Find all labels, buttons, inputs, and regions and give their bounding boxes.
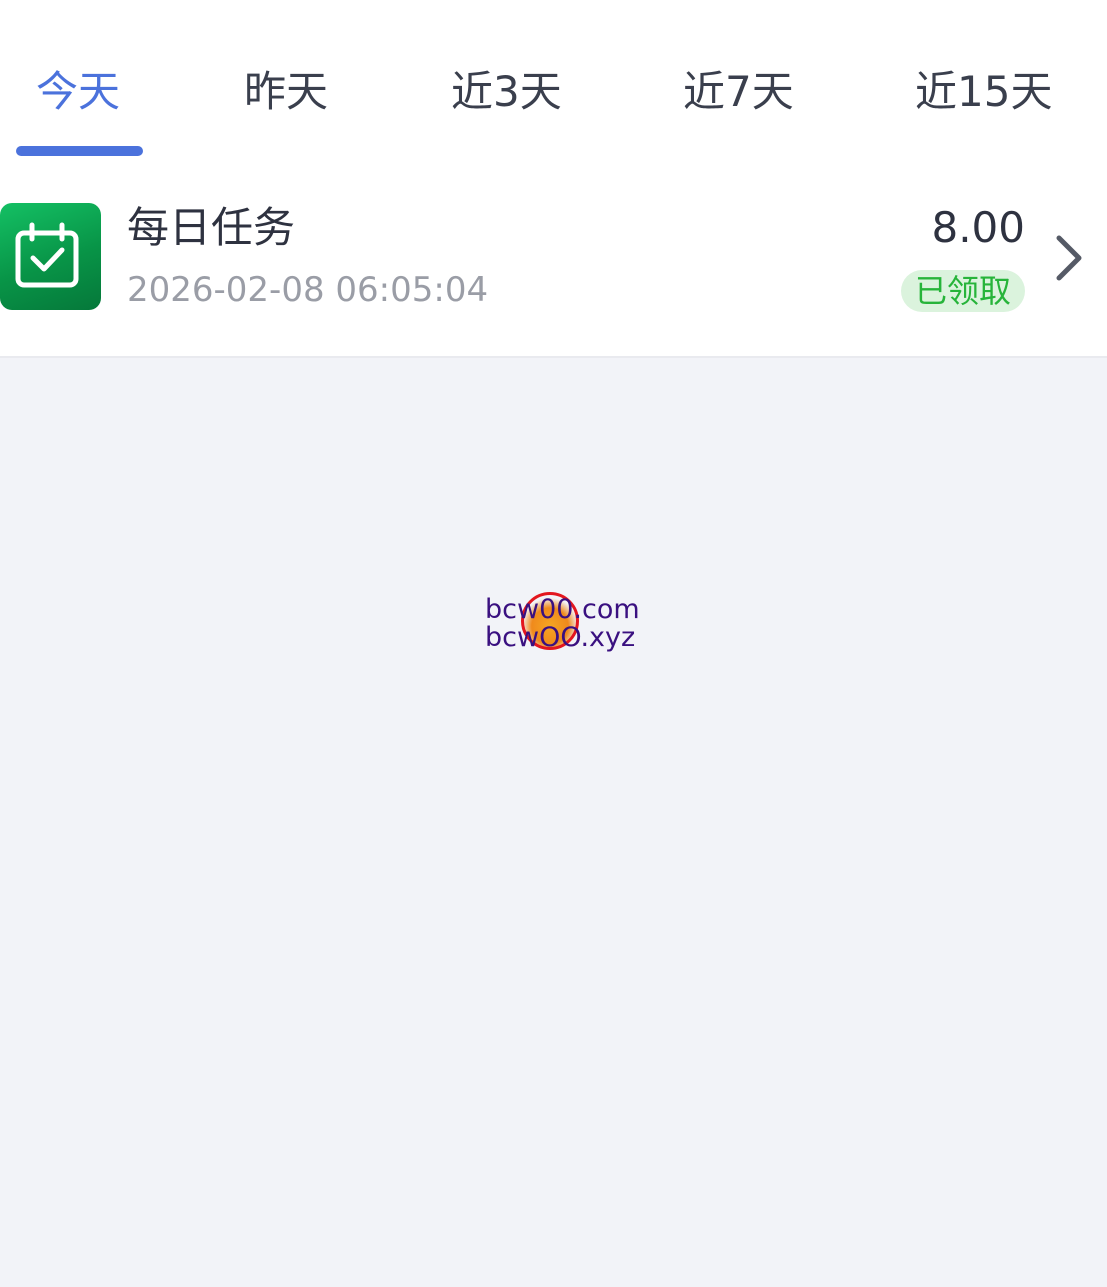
watermark-line-1: bcw00.com bbox=[485, 594, 640, 625]
tab-bar: 今天 昨天 近3天 近7天 近15天 bbox=[0, 0, 1107, 170]
record-title: 每日任务 bbox=[127, 203, 296, 252]
watermark-line-2: bcwOO.xyz bbox=[485, 622, 636, 653]
tab-yesterday[interactable]: 昨天 bbox=[244, 62, 328, 122]
status-badge: 已领取 bbox=[900, 270, 1025, 312]
tab-today[interactable]: 今天 bbox=[36, 62, 120, 122]
record-time: 2026-02-08 06:05:04 bbox=[127, 270, 489, 310]
tab-last-7-days[interactable]: 近7天 bbox=[683, 62, 794, 122]
tab-last-3-days[interactable]: 近3天 bbox=[451, 62, 562, 122]
calendar-check-icon bbox=[0, 203, 101, 310]
chevron-right-icon[interactable] bbox=[1051, 230, 1087, 286]
active-tab-indicator bbox=[16, 146, 143, 156]
tab-last-15-days[interactable]: 近15天 bbox=[915, 62, 1052, 122]
watermark: bcw00.com bcwOO.xyz bbox=[485, 592, 655, 660]
record-row[interactable]: 每日任务 2026-02-08 06:05:04 8.00 已领取 bbox=[0, 170, 1107, 358]
record-amount: 8.00 bbox=[931, 203, 1025, 252]
